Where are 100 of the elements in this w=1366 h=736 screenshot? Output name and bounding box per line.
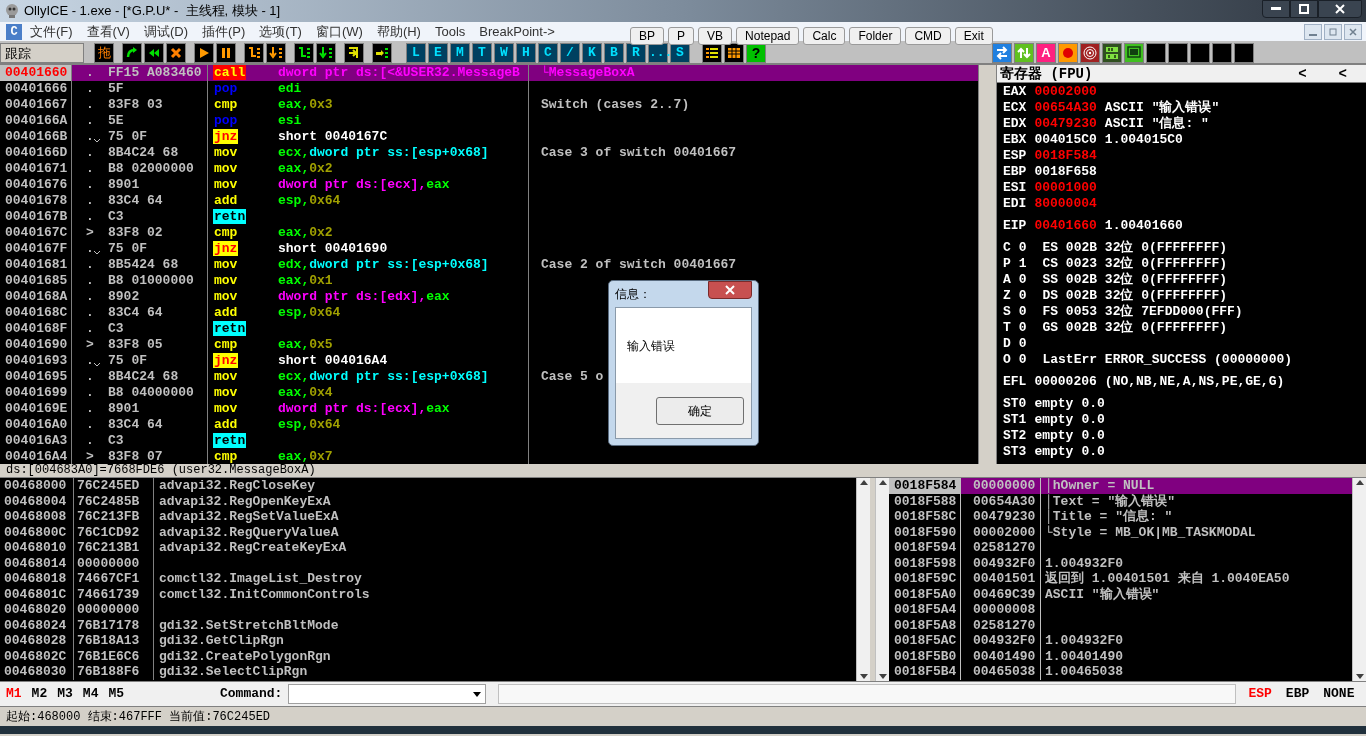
- menu-item[interactable]: 插件(P): [202, 21, 246, 42]
- menu-item[interactable]: BreakPoint->: [479, 21, 555, 42]
- tool-button[interactable]: Folder: [849, 27, 902, 45]
- close-icon[interactable]: [166, 42, 186, 63]
- ok-button[interactable]: 确定: [656, 396, 744, 425]
- menu-item[interactable]: 窗口(W): [315, 21, 363, 42]
- stack-row[interactable]: 0018F584 00000000 │hOwner = NULL: [889, 478, 1352, 494]
- restart-icon[interactable]: [122, 42, 142, 63]
- register-value[interactable]: 00000206: [1034, 374, 1097, 390]
- ascii-button[interactable]: A: [1036, 42, 1056, 63]
- register-value[interactable]: empty: [1034, 428, 1074, 444]
- execute-till-return-icon[interactable]: [344, 42, 364, 63]
- target-icon[interactable]: [1080, 42, 1100, 63]
- empty-tool-slot[interactable]: [1146, 42, 1166, 63]
- scroll-down-icon[interactable]: [1355, 674, 1364, 679]
- register-value[interactable]: 00654A30: [1034, 100, 1097, 116]
- tool-button[interactable]: Exit: [954, 27, 993, 45]
- window-letter-button[interactable]: M: [450, 42, 470, 63]
- scroll-down-icon[interactable]: [859, 674, 868, 679]
- disasm-row[interactable]: 00401660 . FF15 A083460 call dword ptr ds:[<&USER32.MessageB └MessageBoxA: [0, 65, 978, 81]
- menu-item[interactable]: 文件(F): [30, 21, 73, 42]
- pane-splitter[interactable]: [978, 65, 997, 464]
- window-letter-button[interactable]: C: [538, 42, 558, 63]
- tool-button[interactable]: Notepad: [736, 27, 800, 45]
- record-icon[interactable]: [1058, 42, 1078, 63]
- tool-button[interactable]: CMD: [905, 27, 951, 45]
- register-value[interactable]: empty: [1034, 396, 1074, 412]
- stack-frame-option[interactable]: ESP: [1248, 684, 1272, 704]
- window-letter-button[interactable]: E: [428, 42, 448, 63]
- pause-icon[interactable]: [216, 42, 236, 63]
- scroll-up-icon[interactable]: [859, 480, 868, 485]
- close-button[interactable]: [708, 281, 752, 299]
- register-value[interactable]: empty: [1034, 444, 1074, 460]
- empty-tool-slot[interactable]: [1234, 42, 1254, 63]
- child-close-button[interactable]: [1344, 23, 1362, 40]
- collapse-arrow[interactable]: <: [1298, 65, 1307, 82]
- scroll-up-icon[interactable]: [878, 480, 887, 485]
- empty-tool-slot[interactable]: [1190, 42, 1210, 63]
- window-letter-button[interactable]: /: [560, 42, 580, 63]
- dump-tab[interactable]: M5: [108, 684, 125, 704]
- empty-tool-slot[interactable]: [1168, 42, 1188, 63]
- stack-frame-option[interactable]: EBP: [1285, 684, 1310, 704]
- up-down-arrows-icon[interactable]: [1014, 42, 1034, 63]
- tool-button[interactable]: VB: [698, 27, 733, 45]
- register-value[interactable]: 0: [1018, 336, 1027, 352]
- close-button[interactable]: [1318, 0, 1362, 18]
- maximize-button[interactable]: [1290, 0, 1318, 18]
- menu-item[interactable]: 调试(D): [143, 21, 188, 42]
- drag-button[interactable]: 拖: [94, 42, 114, 63]
- register-value[interactable]: 1: [1018, 256, 1027, 272]
- scroll-down-icon[interactable]: [878, 674, 887, 679]
- register-value[interactable]: 0: [1018, 272, 1027, 288]
- register-value[interactable]: 0018F584: [1034, 148, 1097, 164]
- register-value[interactable]: 004015C0: [1034, 132, 1097, 148]
- dump-tab[interactable]: M2: [31, 684, 48, 704]
- window-letter-button[interactable]: T: [472, 42, 492, 63]
- register-value[interactable]: 00479230: [1034, 116, 1097, 132]
- go-to-icon[interactable]: [372, 42, 392, 63]
- step-into-icon[interactable]: [244, 42, 264, 63]
- stack-left-scrollbar[interactable]: [875, 478, 889, 681]
- scroll-up-icon[interactable]: [1355, 480, 1364, 485]
- register-value[interactable]: 0018F658: [1034, 164, 1097, 180]
- menu-item[interactable]: Tools: [434, 21, 466, 42]
- step-over-icon[interactable]: [266, 42, 286, 63]
- register-value[interactable]: 0: [1018, 304, 1027, 320]
- register-value[interactable]: 00002000: [1034, 84, 1097, 100]
- window-letter-button[interactable]: L: [406, 42, 426, 63]
- register-value[interactable]: 0: [1018, 320, 1027, 336]
- animate-over-icon[interactable]: [316, 42, 336, 63]
- window-letter-button[interactable]: H: [516, 42, 536, 63]
- minimize-button[interactable]: [1262, 0, 1290, 18]
- window-letter-button[interactable]: W: [494, 42, 514, 63]
- tool-button[interactable]: P: [668, 27, 695, 45]
- dump-scrollbar[interactable]: [856, 478, 870, 681]
- swap-icon[interactable]: [992, 42, 1012, 63]
- register-value[interactable]: empty: [1034, 412, 1074, 428]
- dump-tab[interactable]: M1: [6, 684, 22, 704]
- menu-item[interactable]: 帮助(H): [376, 21, 421, 42]
- register-value[interactable]: 80000004: [1034, 196, 1097, 212]
- register-value[interactable]: 0: [1018, 352, 1027, 368]
- register-value[interactable]: 0: [1018, 288, 1027, 304]
- monitor-icon[interactable]: [1124, 42, 1144, 63]
- register-value[interactable]: 00401660: [1034, 218, 1097, 234]
- command-field[interactable]: [288, 684, 487, 704]
- stack-scrollbar[interactable]: [1352, 478, 1366, 681]
- register-value[interactable]: 00001000: [1034, 180, 1097, 196]
- register-value[interactable]: 0: [1018, 240, 1027, 256]
- rewind-icon[interactable]: [144, 42, 164, 63]
- tool-button[interactable]: Calc: [803, 27, 846, 45]
- empty-tool-slot[interactable]: [1212, 42, 1232, 63]
- window-letter-button[interactable]: K: [582, 42, 602, 63]
- animate-into-icon[interactable]: [294, 42, 314, 63]
- menu-item[interactable]: 选项(T): [259, 21, 302, 42]
- tool-button[interactable]: BP: [630, 27, 664, 45]
- collapse-arrow[interactable]: <: [1338, 65, 1347, 82]
- menu-item[interactable]: 查看(V): [86, 21, 130, 42]
- window-letter-button[interactable]: B: [604, 42, 624, 63]
- stack-frame-option[interactable]: NONE: [1323, 684, 1355, 704]
- dump-tab[interactable]: M4: [82, 684, 99, 704]
- play-icon[interactable]: [194, 42, 214, 63]
